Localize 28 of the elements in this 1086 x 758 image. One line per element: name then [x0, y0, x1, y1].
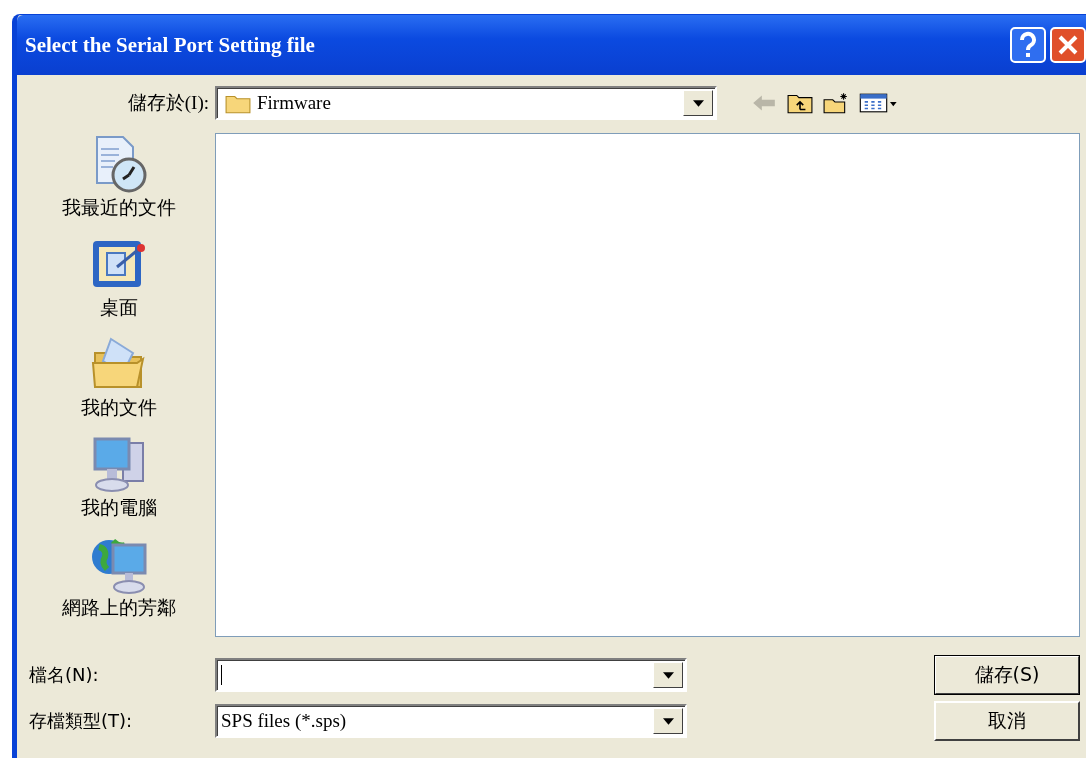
new-folder-icon[interactable]	[823, 92, 849, 114]
location-value: Firmware	[257, 92, 331, 114]
file-type-label: 存檔類型(T):	[29, 709, 134, 733]
places-bar-item[interactable]: 桌面	[89, 233, 149, 333]
help-icon[interactable]	[1010, 27, 1046, 63]
location-dropdown[interactable]: Firmware	[215, 86, 717, 120]
caret-icon	[692, 99, 704, 107]
cancel-button[interactable]: 取消	[934, 701, 1080, 741]
file-name-label: 檔名(N):	[29, 663, 100, 687]
window-title: Select the Serial Port Setting file	[25, 32, 315, 58]
file-name-field[interactable]	[215, 658, 687, 692]
places-bar-item[interactable]: 網路上的芳鄰	[62, 533, 176, 633]
close-icon[interactable]	[1050, 27, 1086, 63]
dropdown-button[interactable]	[653, 708, 683, 734]
dropdown-button[interactable]	[683, 90, 713, 116]
look-in-label: 儲存於(I):	[126, 91, 210, 115]
dropdown-button[interactable]	[653, 662, 683, 688]
file-type-value: SPS files (*.sps)	[220, 710, 347, 732]
save-button[interactable]: 儲存(S)	[934, 655, 1080, 695]
places-bar-item[interactable]: 我最近的文件	[62, 133, 176, 233]
caret-icon	[662, 717, 674, 725]
view-menu-icon[interactable]	[859, 92, 899, 114]
up-folder-icon[interactable]	[787, 92, 813, 114]
caret-icon	[662, 671, 674, 679]
text-cursor	[221, 665, 222, 685]
file-type-dropdown[interactable]: SPS files (*.sps)	[215, 704, 687, 738]
places-bar-item[interactable]: 我的電腦	[81, 433, 157, 533]
places-bar-item[interactable]: 我的文件	[81, 333, 157, 433]
